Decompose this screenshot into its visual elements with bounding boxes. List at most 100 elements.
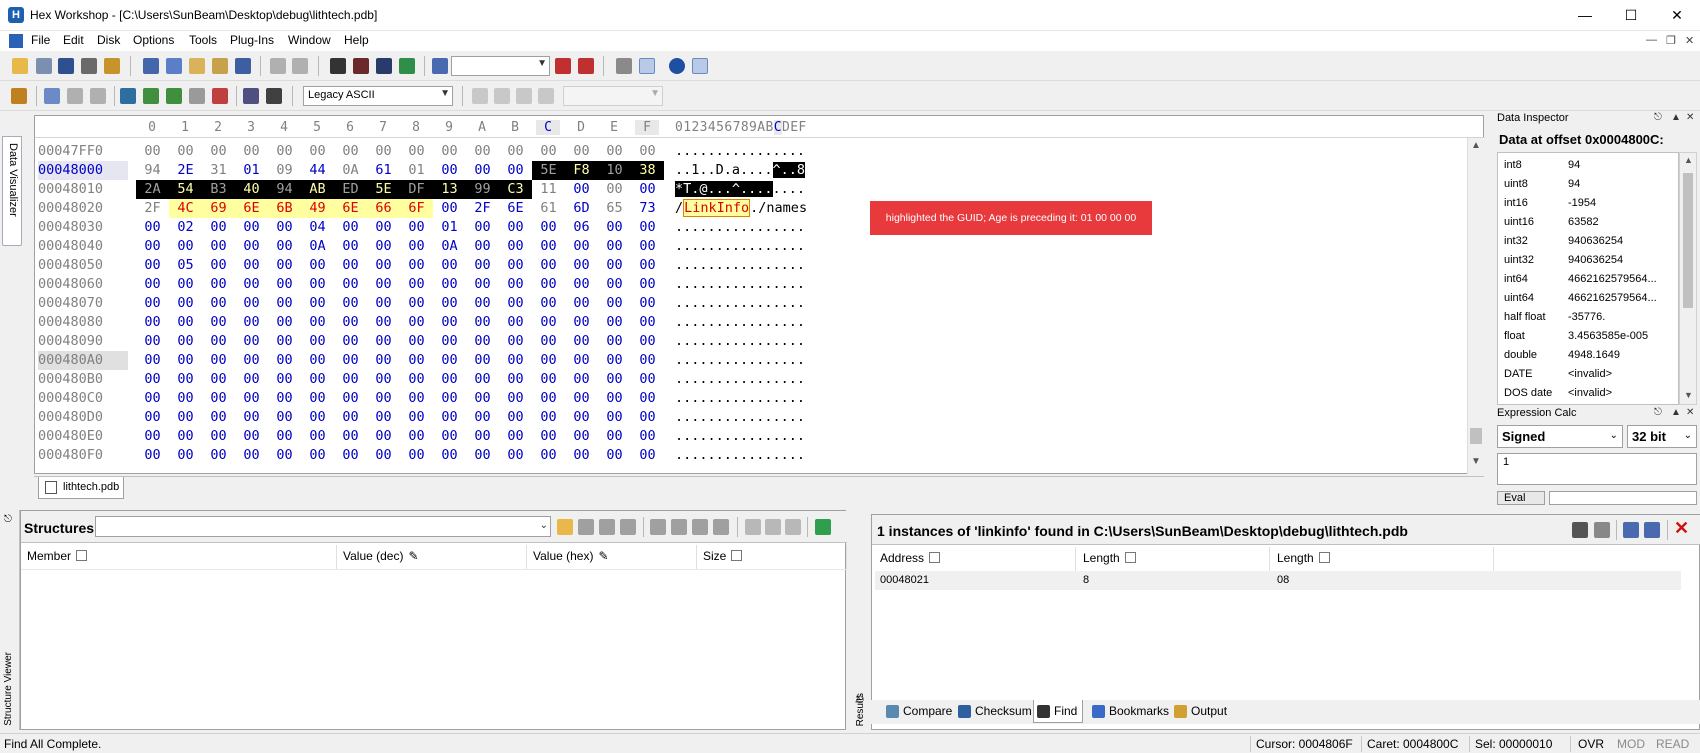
statistics-icon[interactable] bbox=[212, 88, 228, 104]
hex-byte[interactable]: 00 bbox=[532, 408, 565, 427]
tab-output[interactable]: Output bbox=[1171, 700, 1232, 723]
hex-byte[interactable]: 00 bbox=[433, 313, 466, 332]
inspector-row[interactable]: int8 94 bbox=[1498, 156, 1678, 175]
hex-byte[interactable]: 00 bbox=[532, 446, 565, 465]
hex-row[interactable]: 00048010 2A 54 B3 40 94 AB ED 5E DF 13 99 C3 11 00 00 00… bbox=[35, 180, 1445, 199]
inspector-row[interactable]: uint64 4662162579564... bbox=[1498, 289, 1678, 308]
hex-row[interactable]: 00048070 00 00 00 00 00 00 00 00 00 00 00 00 00 00 00 00… bbox=[35, 294, 1445, 313]
inspector-row[interactable]: int16 -1954 bbox=[1498, 194, 1678, 213]
hex-byte[interactable]: 01 bbox=[433, 218, 466, 237]
hex-byte[interactable]: 00 bbox=[400, 218, 433, 237]
column-length[interactable]: Length bbox=[1083, 551, 1136, 565]
hex-byte[interactable]: 00 bbox=[400, 446, 433, 465]
export-results-icon[interactable] bbox=[1644, 522, 1660, 538]
copy-results-icon[interactable] bbox=[1623, 522, 1639, 538]
hex-byte[interactable]: 00 bbox=[532, 351, 565, 370]
hex-byte[interactable]: 00 bbox=[433, 351, 466, 370]
hex-byte[interactable]: ED bbox=[334, 180, 367, 199]
cut-icon[interactable] bbox=[143, 58, 159, 74]
hex-byte[interactable]: 00 bbox=[136, 446, 169, 465]
edit-icon[interactable] bbox=[578, 519, 594, 535]
hex-byte[interactable]: 00 bbox=[367, 370, 400, 389]
hex-byte[interactable]: 00 bbox=[367, 389, 400, 408]
pane-menu-icon[interactable]: ▲ bbox=[1671, 407, 1681, 418]
hex-byte[interactable]: 00 bbox=[499, 389, 532, 408]
hex-byte[interactable]: 54 bbox=[169, 180, 202, 199]
hex-byte[interactable]: 00 bbox=[301, 142, 334, 161]
hex-byte[interactable]: 00 bbox=[598, 275, 631, 294]
hex-vertical-scrollbar[interactable]: ▲ ▼ bbox=[1467, 138, 1484, 474]
hex-row[interactable]: 00048000 94 2E 31 01 09 44 0A 61 01 00 00 00 5E F8 10 38… bbox=[35, 161, 1445, 180]
hex-byte[interactable]: 00 bbox=[499, 218, 532, 237]
eval-button[interactable]: Eval bbox=[1497, 491, 1545, 505]
hex-byte[interactable]: 00 bbox=[169, 427, 202, 446]
hex-byte[interactable]: 00 bbox=[136, 408, 169, 427]
hex-byte[interactable]: 00 bbox=[565, 313, 598, 332]
find-icon[interactable] bbox=[330, 58, 346, 74]
hex-byte[interactable]: 00 bbox=[136, 237, 169, 256]
save-icon[interactable] bbox=[58, 58, 74, 74]
remove-icon[interactable] bbox=[785, 519, 801, 535]
hex-byte[interactable]: 00 bbox=[433, 161, 466, 180]
hex-row[interactable]: 00048040 00 00 00 00 00 0A 00 00 00 0A 00 00 00 00 00 00… bbox=[35, 237, 1445, 256]
tab-bookmarks[interactable]: Bookmarks bbox=[1089, 700, 1174, 723]
hex-byte[interactable]: 00 bbox=[466, 389, 499, 408]
column-value-hex[interactable]: Value (hex) ✎ bbox=[533, 549, 609, 563]
hex-byte[interactable]: 6E bbox=[334, 199, 367, 218]
hex-byte[interactable]: F8 bbox=[565, 161, 598, 180]
hex-byte[interactable]: B3 bbox=[202, 180, 235, 199]
hex-byte[interactable]: 00 bbox=[433, 370, 466, 389]
hex-byte[interactable]: 00 bbox=[532, 370, 565, 389]
hex-byte[interactable]: 01 bbox=[400, 161, 433, 180]
hex-byte[interactable]: 00 bbox=[598, 237, 631, 256]
column-size[interactable]: Size bbox=[703, 549, 743, 563]
replace-icon[interactable] bbox=[399, 58, 415, 74]
hex-byte[interactable]: 00 bbox=[202, 351, 235, 370]
hex-byte[interactable]: 00 bbox=[400, 313, 433, 332]
hex-byte[interactable]: 00 bbox=[268, 218, 301, 237]
hex-byte[interactable]: 00 bbox=[202, 427, 235, 446]
ascii-text[interactable]: ..1..D.a....^..8 bbox=[675, 161, 806, 180]
hex-byte[interactable]: 00 bbox=[433, 142, 466, 161]
hex-byte[interactable]: 00 bbox=[598, 142, 631, 161]
reopen-icon[interactable] bbox=[36, 58, 52, 74]
hex-byte[interactable]: 00 bbox=[268, 294, 301, 313]
hex-byte[interactable]: 00 bbox=[301, 332, 334, 351]
hex-byte[interactable]: 4C bbox=[169, 199, 202, 218]
hex-byte[interactable]: 00 bbox=[301, 256, 334, 275]
column-address[interactable]: Address bbox=[880, 551, 941, 565]
hex-byte[interactable]: 00 bbox=[631, 389, 664, 408]
hex-byte[interactable]: 00 bbox=[268, 427, 301, 446]
inspector-row[interactable]: double 4948.1649 bbox=[1498, 346, 1678, 365]
wrench-icon[interactable] bbox=[692, 519, 708, 535]
hex-byte[interactable]: 00 bbox=[367, 142, 400, 161]
hex-byte[interactable]: 11 bbox=[532, 180, 565, 199]
hex-byte[interactable]: DF bbox=[400, 180, 433, 199]
hex-byte[interactable]: 00 bbox=[631, 294, 664, 313]
hex-byte[interactable]: 00 bbox=[367, 275, 400, 294]
ascii-text[interactable]: ................ bbox=[675, 408, 805, 427]
bookmark-next-icon[interactable] bbox=[578, 58, 594, 74]
ascii-text[interactable]: *T.@...^........ bbox=[675, 180, 805, 199]
hex-row[interactable]: 000480D0 00 00 00 00 00 00 00 00 00 00 00 00 00 00 00 00… bbox=[35, 408, 1445, 427]
hex-byte[interactable]: 00 bbox=[499, 332, 532, 351]
hex-byte[interactable]: 00 bbox=[631, 313, 664, 332]
hex-byte[interactable]: 00 bbox=[499, 370, 532, 389]
hex-byte[interactable]: 6B bbox=[268, 199, 301, 218]
hex-byte[interactable]: 13 bbox=[433, 180, 466, 199]
close-icon[interactable]: ✕ bbox=[1654, 0, 1700, 31]
hex-byte[interactable]: 44 bbox=[301, 161, 334, 180]
ascii-text[interactable]: /LinkInfo./names bbox=[675, 199, 807, 218]
hex-byte[interactable]: 00 bbox=[202, 313, 235, 332]
hex-byte[interactable]: 00 bbox=[136, 218, 169, 237]
next-icon[interactable] bbox=[516, 88, 532, 104]
hex-byte[interactable]: 00 bbox=[532, 142, 565, 161]
minimize-icon[interactable]: — bbox=[1562, 0, 1608, 31]
hex-byte[interactable]: 00 bbox=[499, 351, 532, 370]
hex-byte[interactable]: 00 bbox=[598, 294, 631, 313]
open-structure-icon[interactable] bbox=[557, 519, 573, 535]
save-structure-icon[interactable] bbox=[599, 519, 615, 535]
ascii-text[interactable]: ................ bbox=[675, 427, 805, 446]
prev-icon[interactable] bbox=[494, 88, 510, 104]
hex-byte[interactable]: 00 bbox=[301, 427, 334, 446]
